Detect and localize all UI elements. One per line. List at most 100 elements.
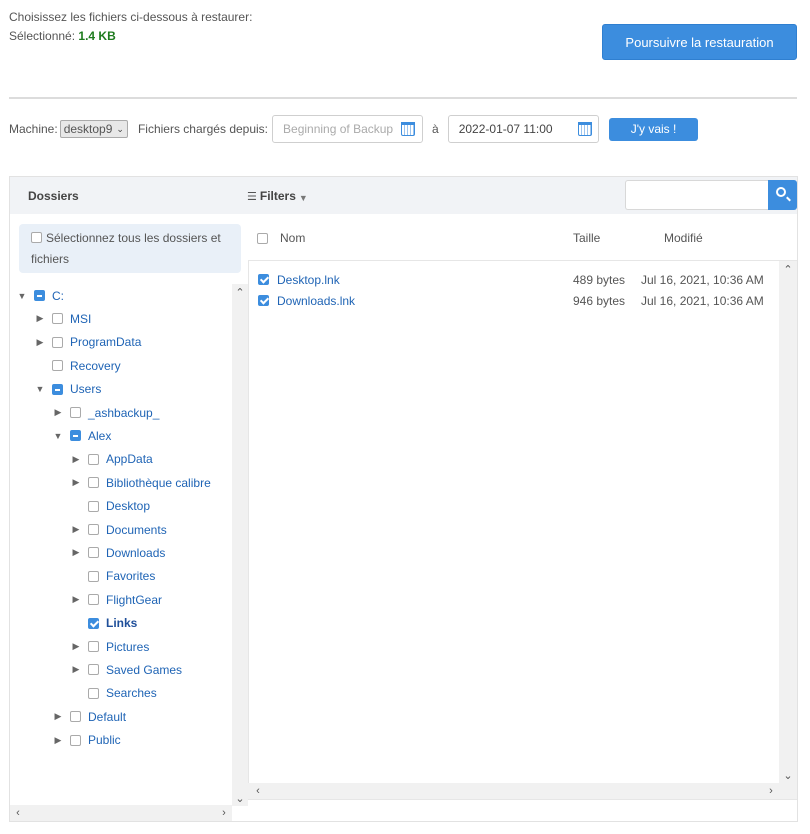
caret-down-icon[interactable]: ▼ bbox=[52, 431, 64, 441]
column-size[interactable]: Taille bbox=[573, 231, 600, 245]
tree-node-label[interactable]: AppData bbox=[106, 452, 153, 466]
tree-node-checkbox[interactable] bbox=[88, 500, 99, 512]
file-name[interactable]: Desktop.lnk bbox=[277, 273, 340, 287]
select-all-files-checkbox[interactable] bbox=[257, 233, 268, 244]
tree-node-checkbox[interactable] bbox=[70, 711, 81, 723]
tree-node-label[interactable]: Saved Games bbox=[106, 663, 182, 677]
calendar-icon[interactable] bbox=[577, 122, 592, 136]
tree-node-checkbox[interactable] bbox=[88, 664, 99, 676]
file-checkbox[interactable] bbox=[258, 274, 269, 285]
tree-node-checkbox[interactable] bbox=[88, 453, 99, 465]
scroll-left-icon[interactable]: ‹ bbox=[10, 805, 26, 821]
scroll-down-icon[interactable]: ⌄ bbox=[232, 790, 248, 806]
tree-node-checkbox[interactable] bbox=[88, 687, 99, 699]
column-modified[interactable]: Modifié bbox=[664, 231, 703, 245]
file-list-horizontal-scrollbar[interactable]: ‹ › bbox=[248, 783, 797, 799]
caret-right-icon[interactable]: ▶ bbox=[70, 524, 82, 535]
search-button[interactable] bbox=[768, 180, 797, 210]
tree-node-checkbox[interactable] bbox=[70, 734, 81, 746]
tree-node[interactable]: ▶ Downloads bbox=[70, 541, 166, 564]
tree-node-label[interactable]: C: bbox=[52, 289, 64, 303]
tree-node[interactable]: ▼ Alex bbox=[52, 424, 112, 447]
caret-right-icon[interactable]: ▶ bbox=[70, 641, 82, 652]
tree-node-label[interactable]: Links bbox=[106, 616, 137, 630]
caret-down-icon[interactable]: ▼ bbox=[34, 384, 46, 394]
tree-node-label[interactable]: Desktop bbox=[106, 499, 150, 513]
tree-node-checkbox[interactable] bbox=[88, 570, 99, 582]
tree-node-label[interactable]: _ashbackup_ bbox=[88, 406, 159, 420]
file-name[interactable]: Downloads.lnk bbox=[277, 294, 355, 308]
tree-node-label[interactable]: MSI bbox=[70, 312, 91, 326]
column-name[interactable]: Nom bbox=[280, 231, 305, 245]
tree-node[interactable]: ▶ Public bbox=[52, 729, 121, 752]
tree-node-label[interactable]: Recovery bbox=[70, 359, 121, 373]
file-list-vertical-scrollbar[interactable]: ⌃ ⌄ bbox=[779, 261, 797, 783]
filters-dropdown[interactable]: ☰ Filters ▼ bbox=[247, 189, 308, 203]
caret-down-icon[interactable]: ▼ bbox=[16, 291, 28, 301]
tree-node[interactable]: ▶Recovery bbox=[34, 354, 121, 377]
tree-node[interactable]: ▶ Saved Games bbox=[70, 658, 183, 681]
caret-right-icon[interactable]: ▶ bbox=[70, 594, 82, 605]
tree-node-label[interactable]: Favorites bbox=[106, 569, 155, 583]
tree-node[interactable]: ▶Favorites bbox=[70, 565, 155, 588]
select-all-checkbox[interactable] bbox=[31, 232, 42, 243]
scroll-right-icon[interactable]: › bbox=[763, 783, 779, 799]
tree-node[interactable]: ▼ C: bbox=[16, 284, 64, 307]
tree-node-checkbox[interactable] bbox=[52, 360, 63, 372]
caret-right-icon[interactable]: ▶ bbox=[70, 477, 82, 488]
tree-node-label[interactable]: Documents bbox=[106, 523, 167, 537]
tree-node[interactable]: ▶Links bbox=[70, 612, 137, 635]
tree-node-checkbox[interactable] bbox=[34, 290, 45, 301]
tree-node-label[interactable]: Users bbox=[70, 382, 101, 396]
tree-node-checkbox[interactable] bbox=[88, 617, 99, 629]
tree-node-label[interactable]: ProgramData bbox=[70, 335, 141, 349]
tree-node[interactable]: ▶ AppData bbox=[70, 448, 153, 471]
tree-node-checkbox[interactable] bbox=[88, 594, 99, 606]
tree-node[interactable]: ▶ Default bbox=[52, 705, 127, 728]
caret-right-icon[interactable]: ▶ bbox=[52, 735, 64, 746]
scroll-right-icon[interactable]: › bbox=[216, 805, 232, 821]
tree-node-checkbox[interactable] bbox=[52, 336, 63, 348]
caret-right-icon[interactable]: ▶ bbox=[70, 547, 82, 558]
tree-vertical-scrollbar[interactable]: ⌃ ⌄ bbox=[232, 284, 248, 806]
tree-node-checkbox[interactable] bbox=[88, 477, 99, 489]
tree-node[interactable]: ▶Desktop bbox=[70, 495, 150, 518]
from-date-input[interactable]: Beginning of Backup bbox=[272, 115, 424, 143]
continue-restore-button[interactable]: Poursuivre la restauration bbox=[602, 24, 797, 60]
file-checkbox[interactable] bbox=[258, 295, 269, 306]
tree-node-checkbox[interactable] bbox=[52, 313, 63, 325]
scroll-up-icon[interactable]: ⌃ bbox=[780, 261, 796, 277]
tree-node-checkbox[interactable] bbox=[88, 547, 99, 559]
tree-node[interactable]: ▶ FlightGear bbox=[70, 588, 163, 611]
tree-node-checkbox[interactable] bbox=[88, 524, 99, 535]
caret-right-icon[interactable]: ▶ bbox=[34, 313, 46, 324]
file-row[interactable]: Desktop.lnk 489 bytes Jul 16, 2021, 10:36 … bbox=[249, 269, 780, 290]
tree-node-label[interactable]: Default bbox=[88, 710, 126, 724]
tree-node[interactable]: ▶ ProgramData bbox=[34, 331, 142, 354]
tree-node[interactable]: ▼ Users bbox=[34, 378, 102, 401]
caret-right-icon[interactable]: ▶ bbox=[52, 711, 64, 722]
caret-right-icon[interactable]: ▶ bbox=[70, 664, 82, 675]
scroll-up-icon[interactable]: ⌃ bbox=[232, 284, 248, 300]
calendar-icon[interactable] bbox=[401, 122, 416, 136]
tree-horizontal-scrollbar[interactable]: ‹ › bbox=[10, 805, 232, 821]
search-input[interactable] bbox=[625, 180, 768, 210]
tree-node-checkbox[interactable] bbox=[52, 383, 63, 395]
tree-node-label[interactable]: FlightGear bbox=[106, 593, 162, 607]
tree-node[interactable]: ▶ MSI bbox=[34, 307, 92, 330]
tree-node-checkbox[interactable] bbox=[70, 407, 81, 418]
file-row[interactable]: Downloads.lnk 946 bytes Jul 16, 2021, 10:3… bbox=[249, 290, 780, 311]
tree-node-label[interactable]: Downloads bbox=[106, 546, 165, 560]
go-button[interactable]: J'y vais ! bbox=[608, 117, 699, 141]
scroll-down-icon[interactable]: ⌄ bbox=[780, 767, 796, 783]
tree-node[interactable]: ▶ _ashbackup_ bbox=[52, 401, 160, 424]
select-all-box[interactable]: Sélectionnez tous les dossiers et fichie… bbox=[19, 224, 241, 273]
caret-right-icon[interactable]: ▶ bbox=[34, 337, 46, 348]
tree-node-checkbox[interactable] bbox=[88, 641, 99, 652]
to-date-input[interactable]: 2022-01-07 11:00 bbox=[447, 115, 599, 143]
tree-node[interactable]: ▶Searches bbox=[70, 682, 157, 705]
tree-node-label[interactable]: Alex bbox=[88, 429, 111, 443]
scroll-left-icon[interactable]: ‹ bbox=[250, 783, 266, 799]
machine-select[interactable]: desktop9 ⌄ bbox=[59, 120, 128, 138]
tree-node-label[interactable]: Bibliothèque calibre bbox=[106, 476, 211, 490]
